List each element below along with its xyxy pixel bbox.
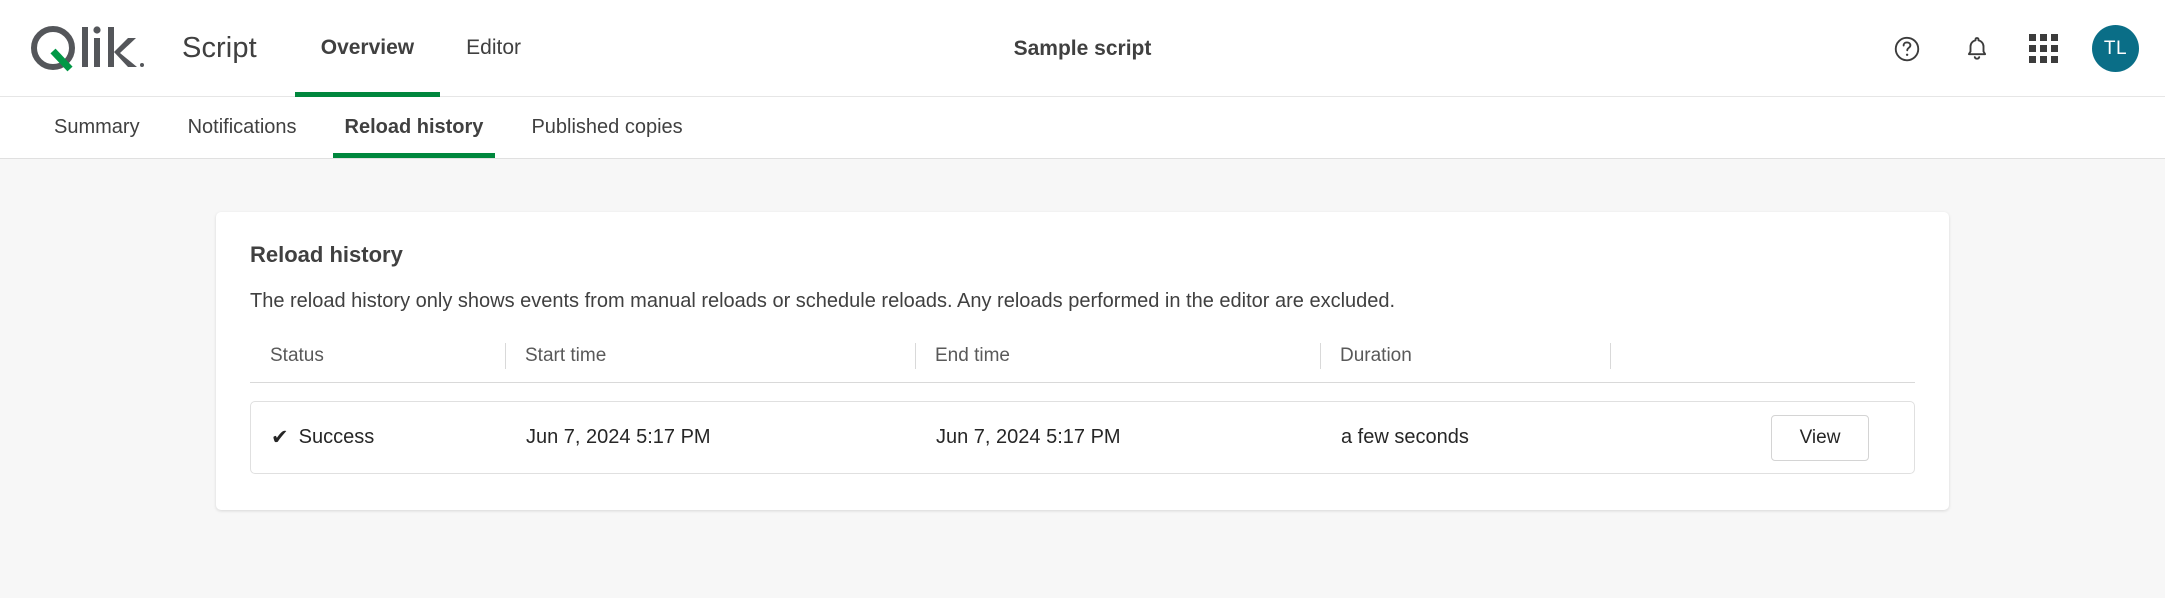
grid-dot (2051, 34, 2058, 41)
table-header-row: Status Start time End time Duration (250, 343, 1915, 383)
grid-dot (2040, 45, 2047, 52)
sub-tab-bar: Summary Notifications Reload history Pub… (0, 97, 2165, 159)
main-tab-editor[interactable]: Editor (440, 0, 547, 97)
grid-dot (2029, 45, 2036, 52)
grid-dot (2051, 45, 2058, 52)
main-tab-editor-label: Editor (466, 36, 521, 59)
main-tab-overview[interactable]: Overview (294, 0, 441, 97)
header-actions: TL (1889, 0, 2139, 97)
view-button[interactable]: View (1771, 414, 1869, 461)
cell-status: ✔ Success (251, 402, 506, 473)
status-text: Success (298, 426, 375, 448)
column-header-end-time[interactable]: End time (915, 343, 1320, 369)
help-circle-icon[interactable] (1889, 31, 1925, 67)
grid-dot (2040, 34, 2047, 41)
sub-tab-summary[interactable]: Summary (30, 97, 164, 158)
card-description: The reload history only shows events fro… (250, 290, 1396, 312)
qlik-logo-icon (31, 26, 144, 72)
help-circle-glyph (1894, 36, 1920, 61)
top-header-bar: Script Overview Editor Sample script TL (0, 0, 2165, 97)
avatar-initials: TL (2103, 37, 2128, 59)
column-header-start-time[interactable]: Start time (505, 343, 915, 369)
sub-tab-reload-history[interactable]: Reload history (321, 97, 508, 158)
column-header-actions (1610, 343, 1890, 369)
cell-duration: a few seconds (1341, 426, 1469, 448)
column-header-status[interactable]: Status (250, 345, 505, 367)
grid-apps-icon[interactable] (2029, 34, 2058, 63)
sub-tab-reload-history-label: Reload history (344, 116, 484, 138)
page-title-text: Sample script (1013, 36, 1152, 60)
card-title: Reload history (250, 242, 403, 267)
main-content: Reload history The reload history only s… (0, 212, 2165, 598)
app-kind-label: Script (182, 31, 257, 64)
avatar[interactable]: TL (2092, 25, 2139, 72)
bell-glyph (1967, 36, 1987, 60)
reload-history-card: Reload history The reload history only s… (216, 212, 1949, 510)
grid-dot (2051, 56, 2058, 63)
main-tab-list: Overview Editor (294, 0, 547, 97)
sub-tab-published-copies-label: Published copies (531, 116, 683, 138)
sub-tab-summary-label: Summary (54, 116, 140, 138)
qlik-logo[interactable] (28, 0, 146, 96)
bell-icon[interactable] (1959, 31, 1995, 67)
cell-start-time: Jun 7, 2024 5:17 PM (526, 426, 711, 448)
grid-dot (2040, 56, 2047, 63)
sub-tab-notifications-label: Notifications (187, 116, 297, 138)
column-header-duration[interactable]: Duration (1320, 343, 1610, 369)
cell-actions: View (1611, 402, 1891, 473)
cell-end-time: Jun 7, 2024 5:17 PM (936, 426, 1121, 448)
grid-dot (2029, 34, 2036, 41)
table-row[interactable]: ✔ Success Jun 7, 2024 5:17 PM Jun 7, 202… (250, 401, 1915, 474)
main-tab-overview-label: Overview (320, 36, 415, 59)
check-icon: ✔ (271, 426, 289, 449)
grid-dot (2029, 56, 2036, 63)
sub-tab-notifications[interactable]: Notifications (164, 97, 321, 158)
sub-tab-published-copies[interactable]: Published copies (507, 97, 706, 158)
